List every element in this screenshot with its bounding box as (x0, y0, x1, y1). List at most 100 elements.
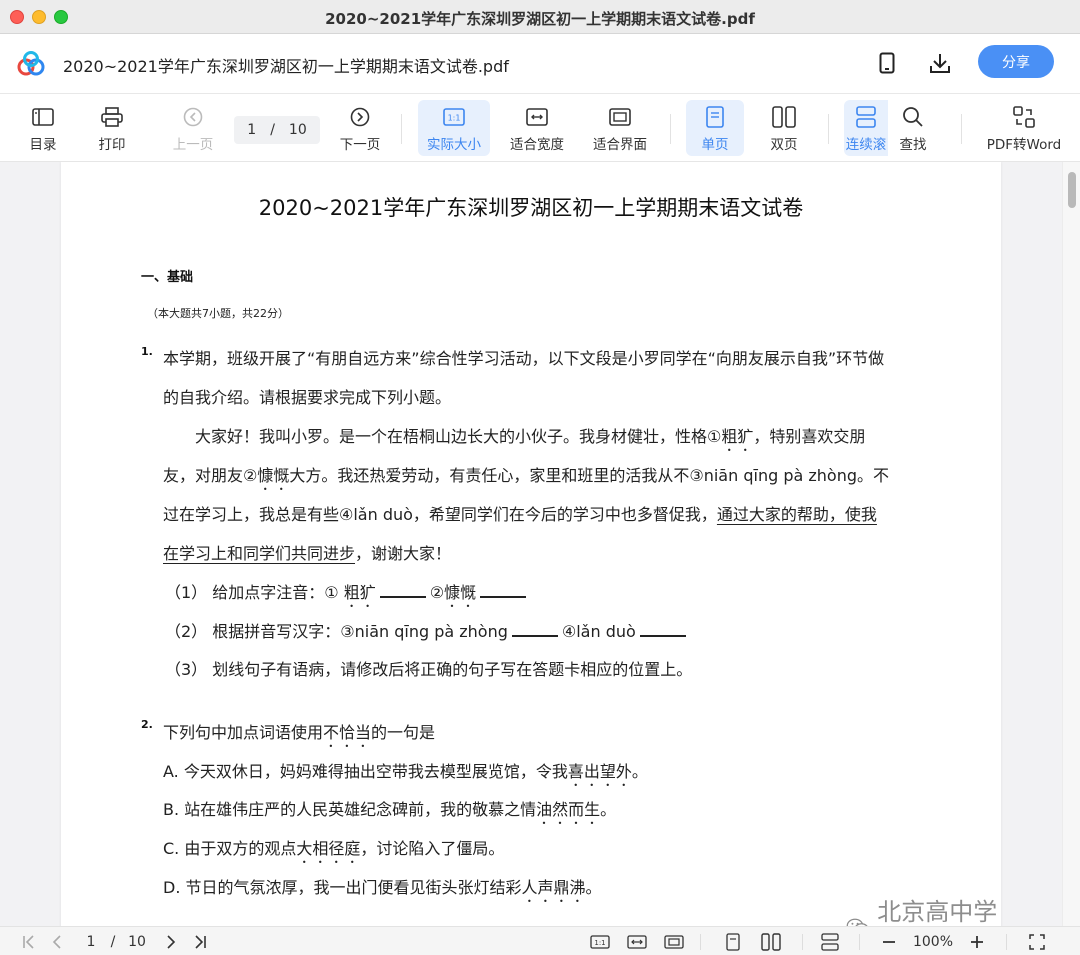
q2-stem: 下列句中加点词语使用不恰当的一句是 (163, 723, 436, 742)
svg-text:1:1: 1:1 (594, 939, 605, 947)
pdf-page: 2020~2021学年广东深圳罗湖区初一上学期期末语文试卷 一、基础 （本大题共… (61, 162, 1001, 926)
status-page-total: 10 (128, 934, 146, 950)
svg-text:1:1: 1:1 (448, 114, 461, 123)
q1-passage-line: 过在学习上，我总是有些④lǎn duò，希望同学们在今后的学习中也多督促我，通过… (163, 505, 877, 524)
q1-subquestion-2: （2） 根据拼音写汉字：③niān qīng pà zhòng ④lǎn duò (165, 618, 690, 642)
q1-subquestion-3: （3） 划线句子有语病，请修改后将正确的句子写在答题卡相应的位置上。 (165, 660, 693, 679)
continuous-scroll-icon (856, 104, 876, 130)
dotted-word: 慷慨 (444, 583, 477, 602)
question-number: 1. (141, 345, 153, 358)
actual-size-icon: 1:1 (443, 104, 465, 130)
status-page-current[interactable]: 1 (82, 931, 100, 953)
status-divider (700, 934, 701, 950)
q2-option-a: A. 今天双休日，妈妈难得抽出空带我去模型展览馆，令我喜出望外。 (163, 762, 648, 781)
next-page-button[interactable]: 下一页 (333, 100, 387, 156)
download-icon[interactable] (927, 50, 953, 76)
fit-page-icon[interactable] (663, 931, 685, 953)
answer-blank (639, 635, 686, 637)
q2-option-d: D. 节日的气氛浓厚，我一出门便看见街头张灯结彩人声鼎沸。 (163, 878, 602, 897)
pdf-to-word-button[interactable]: PDF转Word (982, 100, 1066, 156)
status-divider (1006, 934, 1007, 950)
zoom-out-icon[interactable] (879, 931, 899, 953)
first-page-icon[interactable] (18, 931, 40, 953)
double-page-icon (772, 104, 796, 130)
dotted-word: 粗犷 (343, 583, 376, 602)
q1-stem-line: 的自我介绍。请根据要求完成下列小题。 (163, 388, 452, 407)
q1-stem-line: 本学期，班级开展了“有朋自远方来”综合性学习活动，以下文段是小罗同学在“向朋友展… (163, 349, 885, 368)
watermark: 北京高中学习资料 (846, 892, 1001, 926)
dotted-word: 不恰当 (323, 723, 372, 742)
prev-page-button[interactable]: 上一页 (166, 100, 220, 156)
fit-width-icon[interactable] (626, 931, 648, 953)
last-page-icon[interactable] (189, 931, 211, 953)
page-title: 2020~2021学年广东深圳罗湖区初一上学期期末语文试卷 (258, 196, 804, 220)
chevron-left-circle-icon (183, 104, 203, 130)
zoom-in-icon[interactable] (967, 931, 987, 953)
double-page-icon[interactable] (760, 931, 782, 953)
toolbar-divider (401, 114, 402, 144)
continuous-scroll-icon[interactable] (819, 931, 841, 953)
search-icon (902, 104, 924, 130)
toc-button[interactable]: 目录 (20, 100, 66, 156)
status-page-sep: / (110, 934, 116, 950)
single-page-icon (706, 104, 724, 130)
answer-blank (480, 596, 527, 598)
dotted-word: 大相径庭 (296, 839, 361, 858)
q2-option-b: B. 站在雄伟庄严的人民英雄纪念碑前，我的敬慕之情油然而生。 (163, 800, 617, 819)
section-heading: 一、基础 (141, 270, 194, 285)
status-divider (859, 934, 860, 950)
status-bar: 1 / 10 1:1 100% (0, 926, 1080, 955)
question-number: 2. (141, 718, 153, 731)
dotted-word: 人声鼎沸 (521, 878, 586, 897)
share-button[interactable]: 分享 (978, 45, 1054, 78)
next-page-icon[interactable] (161, 931, 181, 953)
fit-page-button[interactable]: 适合界面 (588, 100, 652, 156)
prev-page-icon[interactable] (47, 931, 67, 953)
q1-passage-line: 大家好！我叫小罗。是一个在梧桐山边长大的小伙子。我身材健壮，性格①粗犷，特别喜欢… (195, 427, 866, 446)
toolbar: 目录 打印 上一页 1 / 10 下一页 1:1 实际大小 适合宽度 适合界面 … (0, 94, 1080, 162)
q1-passage-line: 友，对朋友②慷慨大方。我还热爱劳动，有责任心，家里和班里的活我从不③niān q… (163, 466, 889, 485)
single-page-icon[interactable] (723, 931, 743, 953)
vertical-scrollbar[interactable] (1062, 162, 1080, 926)
phone-icon[interactable] (874, 50, 900, 76)
page-number-input[interactable]: 1 / 10 (234, 116, 320, 144)
document-name: 2020~2021学年广东深圳罗湖区初一上学期期末语文试卷.pdf (63, 57, 509, 76)
find-button[interactable]: 查找 (890, 100, 936, 156)
dotted-word: 喜出望外 (567, 762, 632, 781)
dotted-word: 慷慨 (257, 466, 290, 485)
continuous-scroll-button[interactable]: 连续滚 (844, 100, 888, 156)
window-title: 2020~2021学年广东深圳罗湖区初一上学期期末语文试卷.pdf (325, 10, 755, 28)
section-note: （本大题共7小题，共22分） (147, 307, 289, 320)
toolbar-divider (670, 114, 671, 144)
status-divider (802, 934, 803, 950)
toolbar-divider (961, 114, 962, 144)
app-header: 2020~2021学年广东深圳罗湖区初一上学期期末语文试卷.pdf 分享 (0, 34, 1080, 94)
app-logo-icon (17, 51, 45, 76)
title-bar: 2020~2021学年广东深圳罗湖区初一上学期期末语文试卷.pdf (0, 0, 1080, 34)
zoom-level[interactable]: 100% (908, 931, 958, 953)
dotted-word: 粗犷 (721, 427, 754, 446)
fit-width-icon (526, 104, 548, 130)
convert-icon (1013, 104, 1035, 130)
actual-size-icon[interactable]: 1:1 (589, 931, 611, 953)
q1-passage-line: 在学习上和同学们共同进步，谢谢大家！ (163, 544, 452, 563)
printer-icon (101, 104, 123, 130)
scrollbar-thumb[interactable] (1068, 172, 1076, 208)
toc-icon (32, 104, 54, 130)
fullscreen-icon[interactable] (1026, 931, 1048, 953)
single-page-button[interactable]: 单页 (686, 100, 744, 156)
print-button[interactable]: 打印 (89, 100, 135, 156)
chevron-right-circle-icon (350, 104, 370, 130)
underlined-sentence: 通过大家的帮助，使我 (716, 505, 877, 524)
q1-subquestion-1: （1） 给加点字注音：① 粗犷 ②慷慨 (165, 579, 530, 611)
fit-width-button[interactable]: 适合宽度 (505, 100, 569, 156)
answer-blank (379, 596, 426, 598)
fit-page-icon (609, 104, 631, 130)
document-viewer[interactable]: 2020~2021学年广东深圳罗湖区初一上学期期末语文试卷 一、基础 （本大题共… (0, 162, 1080, 926)
double-page-button[interactable]: 双页 (760, 100, 808, 156)
underlined-sentence: 在学习上和同学们共同进步 (163, 544, 356, 563)
dotted-word: 油然而生 (536, 800, 601, 819)
q2-option-c: C. 由于双方的观点大相径庭，讨论陷入了僵局。 (163, 839, 505, 858)
actual-size-button[interactable]: 1:1 实际大小 (418, 100, 490, 156)
toolbar-divider (828, 114, 829, 144)
